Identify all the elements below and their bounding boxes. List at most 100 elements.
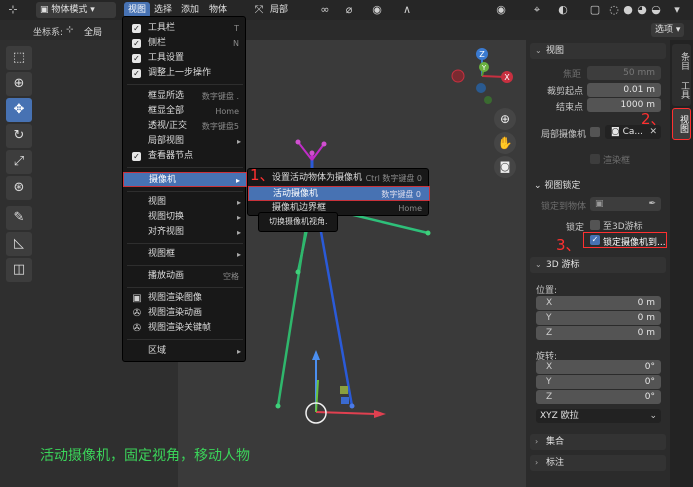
- menu-item-align-view[interactable]: 对齐视图 ▸: [123, 225, 247, 240]
- scale-icon[interactable]: ⤢: [6, 150, 32, 174]
- move-icon[interactable]: ✥: [6, 98, 32, 122]
- menu-item-viewer-node[interactable]: ✓ 查看器节点: [123, 149, 247, 164]
- nav-neg-x-ball[interactable]: [451, 69, 465, 83]
- clip-start-field[interactable]: 0.01 m: [587, 83, 661, 97]
- submenu-arrow-icon: ▸: [236, 137, 241, 146]
- submenu-item-set-active-camera[interactable]: 设置活动物体为摄像机 Ctrl 数字键盘 0: [248, 171, 430, 186]
- menu-item-camera[interactable]: 摄像机 ▸: [123, 172, 247, 187]
- rotation-x-field[interactable]: X 0°: [536, 360, 661, 374]
- overlay-icon[interactable]: ◐: [556, 3, 570, 17]
- location-x-field[interactable]: X 0 m: [536, 296, 661, 310]
- menu-item-label: 视图渲染图像: [148, 293, 203, 303]
- pivot-icon[interactable]: ∞: [318, 3, 332, 17]
- joint: [295, 269, 301, 275]
- rotate-icon[interactable]: ↻: [6, 124, 32, 148]
- snap-icon[interactable]: ⌀: [342, 3, 356, 17]
- tab-tool[interactable]: 工具: [672, 74, 691, 106]
- joint: [295, 139, 301, 145]
- shading-material-icon[interactable]: ◕: [635, 3, 649, 17]
- focal-length-field[interactable]: 50 mm: [587, 66, 661, 80]
- menu-item-shortcut: Home: [215, 107, 239, 116]
- axis-label: Y: [546, 377, 552, 387]
- menu-item-render-animation[interactable]: ✇ 视图渲染动画: [123, 306, 247, 321]
- measure-icon[interactable]: ◺: [6, 232, 32, 256]
- xray-icon[interactable]: ▢: [588, 3, 602, 17]
- camera-view-icon[interactable]: ◙: [494, 156, 516, 178]
- transform-orientation[interactable]: 局部: [266, 2, 292, 18]
- coord-label: 坐标系:: [33, 28, 64, 38]
- gizmo-toggle-icon[interactable]: ⌖: [530, 3, 544, 17]
- gizmo-x-axis: [315, 411, 377, 415]
- proportional-edit-icon[interactable]: ◉: [370, 3, 384, 17]
- rotation-mode-select[interactable]: XYZ 欧拉 ⌄: [536, 409, 661, 423]
- menu-item-tool-settings[interactable]: ✓ 工具设置: [123, 51, 247, 66]
- menu-item-view[interactable]: 视图 ▸: [123, 195, 247, 210]
- menu-item-render-keyframes[interactable]: ✇ 视图渲染关键帧: [123, 321, 247, 336]
- select-box-icon[interactable]: ⬚: [6, 46, 32, 70]
- menu-item-navigation[interactable]: 视图切换 ▸: [123, 210, 247, 225]
- menu-item-local-view[interactable]: 局部视图 ▸: [123, 134, 247, 149]
- 3d-viewport[interactable]: Z Y X ⊕ ✋ ◙: [0, 40, 526, 487]
- menu-item-toolbar[interactable]: ✓ 工具栏 T: [123, 21, 247, 36]
- shading-options-icon[interactable]: ▾: [670, 3, 684, 17]
- zoom-icon[interactable]: ⊕: [494, 108, 516, 130]
- menu-item-frame-selected[interactable]: 框显所选 数字键盘 .: [123, 89, 247, 104]
- hand-pan-icon[interactable]: ✋: [494, 132, 516, 154]
- transform-icon[interactable]: ⊛: [6, 176, 32, 200]
- section-annotation[interactable]: › 标注: [530, 455, 666, 471]
- nav-neg-z-ball[interactable]: [476, 83, 486, 93]
- menu-separator: [127, 191, 243, 192]
- menu-item-perspective[interactable]: 透视/正交 数字键盘5: [123, 119, 247, 134]
- mode-selector[interactable]: ▣ 物体模式 ▾: [36, 2, 116, 18]
- menu-item-frame-all[interactable]: 框显全部 Home: [123, 104, 247, 119]
- camera-icon: ◙: [611, 127, 623, 137]
- lock-3d-cursor-checkbox[interactable]: [590, 220, 600, 230]
- shading-wire-icon[interactable]: ◌: [607, 3, 621, 17]
- location-z-field[interactable]: Z 0 m: [536, 326, 661, 340]
- location-x-value: 0 m: [637, 298, 655, 308]
- options-button[interactable]: 选项 ▾: [651, 23, 685, 37]
- falloff-icon[interactable]: ∧: [400, 3, 414, 17]
- tab-item[interactable]: 条目: [672, 44, 691, 78]
- menu-item-render-image[interactable]: ▣ 视图渲染图像: [123, 291, 247, 306]
- gizmo-z-arrow: [312, 350, 320, 360]
- section-3d-cursor-title: 3D 游标: [546, 260, 580, 270]
- menu-item-sidebar[interactable]: ✓ 侧栏 N: [123, 36, 247, 51]
- rotation-z-field[interactable]: Z 0°: [536, 390, 661, 404]
- cursor-icon[interactable]: ⊕: [6, 72, 32, 96]
- rotation-y-field[interactable]: Y 0°: [536, 375, 661, 389]
- render-region-checkbox[interactable]: [590, 154, 600, 164]
- section-collection[interactable]: › 集合: [530, 434, 666, 450]
- eyedropper-icon[interactable]: ✒: [648, 197, 656, 211]
- add-cube-icon[interactable]: ◫: [6, 258, 32, 282]
- menu-item-area[interactable]: 区域 ▸: [123, 344, 247, 359]
- joint: [349, 403, 355, 409]
- section-view[interactable]: ⌄ 视图: [530, 43, 666, 59]
- lock-camera-checkbox[interactable]: ✓: [590, 235, 600, 245]
- editor-type-icon[interactable]: ⊹: [6, 3, 20, 17]
- gizmo-plane-handle: [340, 386, 348, 394]
- submenu-item-label: 设置活动物体为摄像机: [272, 173, 363, 183]
- transform-pivot-icon[interactable]: ⤧: [252, 3, 266, 17]
- location-y-field[interactable]: Y 0 m: [536, 311, 661, 325]
- tab-view[interactable]: 视图: [672, 108, 691, 140]
- shading-solid-icon[interactable]: ●: [621, 3, 635, 17]
- lock-object-field[interactable]: ▣ ✒: [590, 197, 661, 211]
- annotation-step-1: 1、: [250, 166, 275, 184]
- menu-item-adjust-last[interactable]: ✓ 调整上一步操作: [123, 66, 247, 81]
- axis-label: Z: [546, 328, 553, 338]
- menu-item-play-animation[interactable]: 播放动画 空格: [123, 269, 247, 284]
- section-view-lock[interactable]: ⌄ 视图锁定: [534, 178, 580, 191]
- menu-item-view-regions[interactable]: 视图框 ▸: [123, 247, 247, 262]
- annotate-icon[interactable]: ✎: [6, 206, 32, 230]
- section-annotation-title: 标注: [546, 458, 565, 468]
- local-camera-checkbox[interactable]: [590, 127, 600, 137]
- coord-value[interactable]: 全局: [84, 25, 102, 38]
- view-menu-dropdown: ✓ 工具栏 T ✓ 侧栏 N ✓ 工具设置 ✓ 调整上一步操作 框显所选 数字键盘 . 框显全…: [122, 16, 247, 362]
- section-3d-cursor[interactable]: ⌄ 3D 游标: [530, 257, 666, 273]
- nav-neg-y-ball[interactable]: [484, 96, 492, 104]
- shading-render-icon[interactable]: ◒: [649, 3, 663, 17]
- submenu-item-active-camera[interactable]: 活动摄像机 数字键盘 0: [248, 186, 430, 201]
- visibility-icon[interactable]: ◉: [494, 3, 508, 17]
- navigation-gizmo[interactable]: Z Y X: [451, 48, 513, 104]
